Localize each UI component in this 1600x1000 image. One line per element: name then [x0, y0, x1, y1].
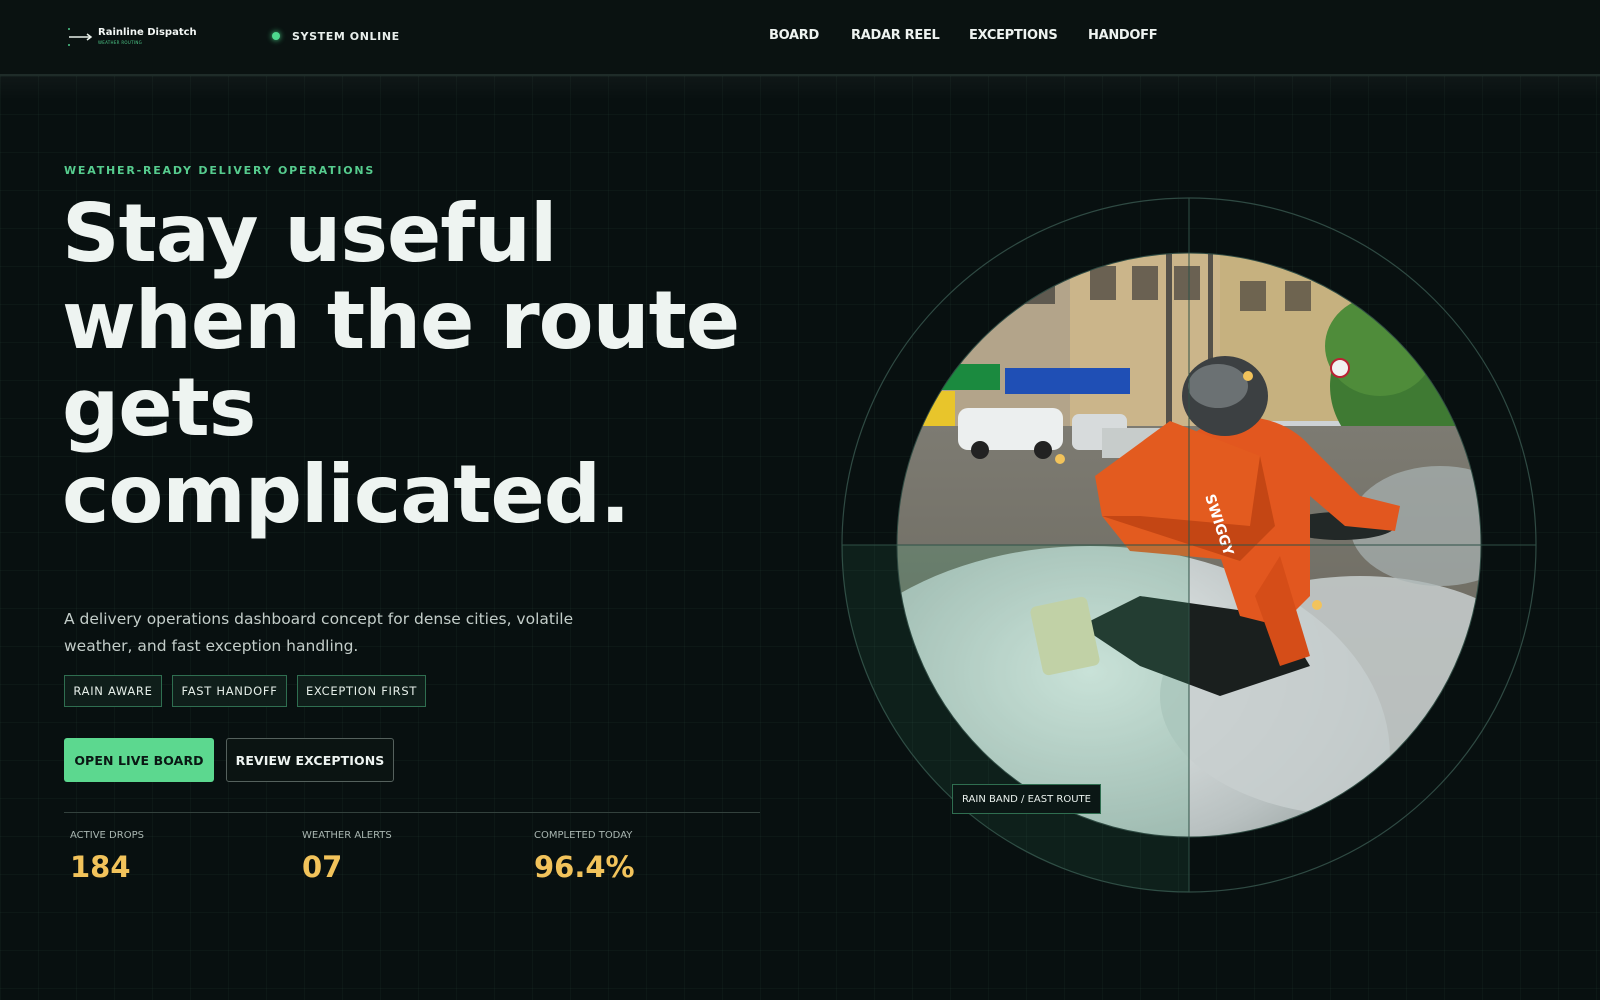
hero-description: A delivery operations dashboard concept … [64, 610, 574, 655]
radar-blip[interactable] [1243, 371, 1253, 381]
hero-headline: Stay useful when the route gets complica… [62, 190, 782, 538]
nav-handoff[interactable]: HANDOFF [1088, 28, 1158, 43]
headline-line: Stay useful [62, 187, 557, 280]
route-arrow-icon [68, 28, 93, 46]
stat-value: 07 [302, 850, 343, 884]
header-shadow [0, 76, 1600, 100]
top-bar: Rainline Dispatch WEATHER ROUTING SYSTEM… [0, 0, 1600, 76]
radar-blip[interactable] [1312, 600, 1322, 610]
hero-eyebrow: WEATHER-READY DELIVERY OPERATIONS [64, 164, 376, 177]
headline-line: when the route [62, 274, 740, 367]
open-live-board-button[interactable]: OPEN LIVE BOARD [64, 738, 214, 782]
stats-divider [64, 812, 760, 813]
stat-value: 184 [70, 850, 131, 884]
tag-rain-aware: RAIN AWARE [64, 675, 162, 707]
tag-exception-first: EXCEPTION FIRST [297, 675, 426, 707]
radar-blip[interactable] [1055, 454, 1065, 464]
photo-caption: RAIN BAND / EAST ROUTE [952, 784, 1101, 814]
headline-line: gets [62, 361, 256, 454]
status-text: SYSTEM ONLINE [292, 30, 400, 43]
headline-line: complicated. [62, 448, 630, 541]
nav-exceptions[interactable]: EXCEPTIONS [969, 28, 1058, 43]
nav-radar-reel[interactable]: RADAR REEL [851, 28, 940, 43]
nav-board[interactable]: BOARD [769, 28, 819, 43]
stat-label: WEATHER ALERTS [302, 830, 392, 841]
stat-label: ACTIVE DROPS [70, 830, 144, 841]
review-exceptions-button[interactable]: REVIEW EXCEPTIONS [226, 738, 394, 782]
stat-value: 96.4% [534, 850, 635, 884]
stat-label: COMPLETED TODAY [534, 830, 633, 841]
brand-tagline: WEATHER ROUTING [98, 40, 143, 45]
brand-name: Rainline Dispatch [98, 27, 197, 38]
tag-fast-handoff: FAST HANDOFF [172, 675, 287, 707]
radar-viewer: SWIGGY [841, 197, 1537, 893]
status-dot-icon [272, 32, 280, 40]
